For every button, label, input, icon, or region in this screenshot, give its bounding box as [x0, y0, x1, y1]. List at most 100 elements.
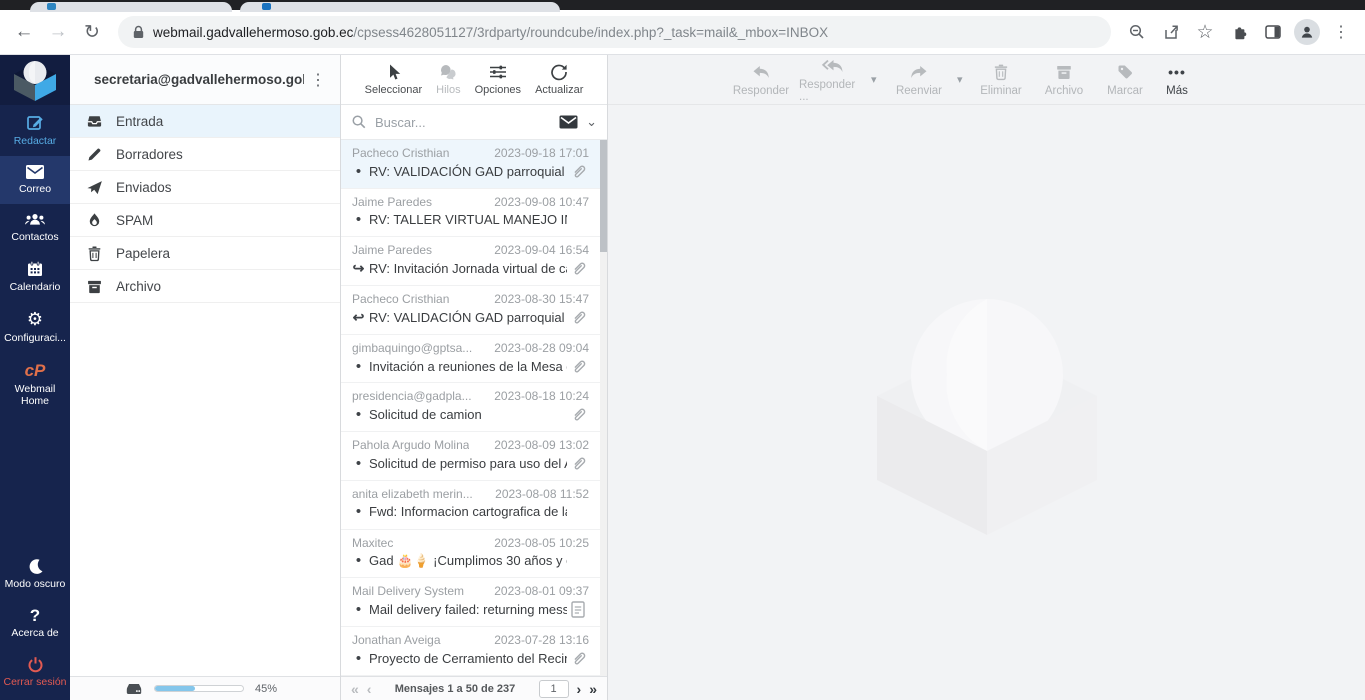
fire-icon — [86, 212, 103, 229]
search-input[interactable] — [375, 115, 551, 130]
message-date: 2023-08-01 09:37 — [494, 584, 589, 598]
message-row[interactable]: anita elizabeth merin...2023-08-08 11:52… — [341, 481, 607, 530]
sidebar-item-calendario[interactable]: Calendario — [0, 252, 70, 302]
more-button[interactable]: ••• Más — [1157, 63, 1197, 97]
bookmark-star-icon[interactable]: ☆ — [1191, 18, 1219, 46]
reload-button[interactable]: ↻ — [78, 18, 106, 46]
unread-dot-icon: • — [356, 211, 361, 228]
forward-button[interactable]: → — [44, 18, 72, 46]
tag-icon — [1116, 63, 1134, 82]
sidebar-item-label: Calendario — [10, 281, 61, 293]
settings-icon: ⚙ — [27, 310, 43, 329]
first-page-button[interactable]: « — [351, 682, 359, 696]
folder-entrada[interactable]: Entrada — [70, 105, 340, 138]
message-row[interactable]: Jonathan Aveiga2023-07-28 13:16•Proyecto… — [341, 627, 607, 676]
message-sender: presidencia@gadpla... — [352, 389, 472, 403]
archive-button[interactable]: Archivo — [1035, 63, 1093, 97]
send-icon — [86, 179, 103, 196]
profile-avatar[interactable] — [1293, 18, 1321, 46]
select-button[interactable]: Seleccionar — [365, 63, 422, 96]
side-panel-icon[interactable] — [1259, 18, 1287, 46]
refresh-button[interactable]: Actualizar — [535, 63, 583, 96]
sidebar-item-modo-oscuro[interactable]: Modo oscuro — [0, 550, 70, 599]
folder-borradores[interactable]: Borradores — [70, 138, 340, 171]
last-page-button[interactable]: » — [589, 682, 597, 696]
browser-tab[interactable] — [30, 2, 232, 12]
threads-button[interactable]: Hilos — [436, 63, 460, 96]
folder-enviados[interactable]: Enviados — [70, 171, 340, 204]
prev-page-button[interactable]: ‹ — [367, 682, 372, 696]
folder-archivo[interactable]: Archivo — [70, 270, 340, 303]
delete-icon — [992, 63, 1010, 82]
zoom-icon[interactable] — [1123, 18, 1151, 46]
contacts-icon — [24, 212, 46, 228]
url-bar[interactable]: webmail.gadvallehermoso.gob.ec/cpsess462… — [118, 16, 1111, 48]
refresh-icon — [550, 63, 568, 81]
message-row[interactable]: Maxitec2023-08-05 10:25•Gad 🎂🍦 ¡Cumplimo… — [341, 530, 607, 579]
unread-dot-icon: • — [356, 406, 361, 423]
delete-button[interactable]: Eliminar — [971, 63, 1031, 97]
options-button[interactable]: Opciones — [475, 63, 521, 96]
search-bar: ⌄ — [341, 105, 607, 140]
sidebar-item-correo[interactable]: Correo — [0, 156, 70, 204]
share-icon[interactable] — [1157, 18, 1185, 46]
message-row[interactable]: Pahola Argudo Molina2023-08-09 13:02•Sol… — [341, 432, 607, 481]
message-date: 2023-09-08 10:47 — [494, 195, 589, 209]
attachment-icon — [571, 309, 589, 326]
forward-dropdown-icon[interactable]: ▾ — [957, 73, 967, 86]
sidebar-item-cerrar-sesion[interactable]: Cerrar sesión — [0, 648, 70, 700]
unread-dot-icon: • — [356, 503, 361, 520]
message-row[interactable]: Pacheco Cristhian2023-09-18 17:01•RV: VA… — [341, 140, 607, 189]
attachment-icon — [571, 650, 589, 667]
browser-menu-icon[interactable]: ⋮ — [1327, 18, 1355, 46]
reply-all-button[interactable]: Responder ... — [799, 57, 867, 103]
account-menu-icon[interactable]: ⋮ — [304, 70, 332, 90]
back-button[interactable]: ← — [10, 18, 38, 46]
report-icon — [571, 601, 589, 618]
sidebar-item-configuracion[interactable]: ⚙ Configuraci... — [0, 302, 70, 353]
sidebar-item-contactos[interactable]: Contactos — [0, 204, 70, 252]
message-row[interactable]: presidencia@gadpla...2023-08-18 10:24•So… — [341, 383, 607, 432]
forward-button[interactable]: Reenviar — [885, 63, 953, 97]
message-row[interactable]: Jaime Paredes2023-09-08 10:47•RV: TALLER… — [341, 189, 607, 238]
message-row[interactable]: Mail Delivery System2023-08-01 09:37•Mai… — [341, 578, 607, 627]
sidebar-item-label: Modo oscuro — [5, 578, 66, 590]
page-number-input[interactable] — [539, 680, 569, 698]
quota-percent: 45% — [255, 683, 277, 695]
sidebar-item-label: Correo — [19, 183, 51, 195]
tab-favicon — [47, 3, 56, 10]
sidebar-item-label: Acerca de — [11, 627, 58, 639]
message-row[interactable]: gimbaquingo@gptsa...2023-08-28 09:04•Inv… — [341, 335, 607, 384]
calendar-icon — [26, 260, 44, 278]
mark-button[interactable]: Marcar — [1097, 63, 1153, 97]
sidebar-item-acerca-de[interactable]: ? Acerca de — [0, 599, 70, 648]
extensions-icon[interactable] — [1225, 18, 1253, 46]
search-icon — [351, 114, 367, 130]
webmail-logo — [0, 55, 70, 105]
message-subject: RV: VALIDACIÓN GAD parroquial Va... — [369, 310, 567, 325]
folder-spam[interactable]: SPAM — [70, 204, 340, 237]
message-row[interactable]: Pacheco Cristhian2023-08-30 15:47↩RV: VA… — [341, 286, 607, 335]
storage-drive-icon — [125, 682, 143, 696]
message-row[interactable]: Jaime Paredes2023-09-04 16:54↪RV: Invita… — [341, 237, 607, 286]
message-subject: RV: Invitación Jornada virtual de ca... — [369, 261, 567, 276]
message-list: Pacheco Cristhian2023-09-18 17:01•RV: VA… — [341, 140, 607, 676]
message-view-empty — [608, 105, 1365, 700]
message-sender: Pacheco Cristhian — [352, 146, 449, 160]
reply-all-dropdown-icon[interactable]: ▾ — [871, 73, 881, 86]
next-page-button[interactable]: › — [577, 682, 582, 696]
message-date: 2023-08-09 13:02 — [494, 438, 589, 452]
message-date: 2023-09-04 16:54 — [494, 243, 589, 257]
search-scope-mail-icon[interactable] — [559, 115, 578, 129]
reply-button[interactable]: Responder — [727, 63, 795, 97]
message-view-panel: Responder Responder ... ▾ Reenviar ▾ — [608, 55, 1365, 700]
folder-label: Papelera — [116, 246, 170, 261]
unread-dot-icon: • — [356, 358, 361, 375]
list-scrollbar-thumb[interactable] — [600, 140, 607, 252]
message-subject: Solicitud de permiso para uso del A... — [369, 456, 567, 471]
sidebar-item-webmail-home[interactable]: cP Webmail Home — [0, 353, 70, 416]
sidebar-item-redactar[interactable]: Redactar — [0, 105, 70, 156]
search-options-chevron-icon[interactable]: ⌄ — [586, 114, 597, 130]
browser-tab[interactable] — [240, 2, 560, 12]
folder-papelera[interactable]: Papelera — [70, 237, 340, 270]
